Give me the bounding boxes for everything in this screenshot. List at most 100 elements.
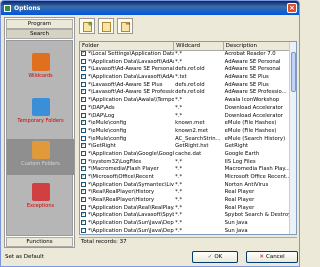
table-row[interactable]: *\Lavasoft\Ad-Aware SE Personaldefs.ref.… xyxy=(80,66,296,74)
sidebar-item-label: Exceptions xyxy=(26,203,55,209)
cell-wildcard: AC_SearchStrin... xyxy=(175,135,221,142)
table-row[interactable]: *\Application Data\Sun\Java\Dep...*.* Sun… xyxy=(80,227,296,234)
tab-search[interactable]: Search xyxy=(6,29,73,39)
row-checkbox[interactable] xyxy=(81,220,86,226)
sidebar-item-wildcards[interactable]: Wildcards xyxy=(7,51,74,87)
row-checkbox[interactable] xyxy=(81,127,86,134)
ok-label: OK xyxy=(214,254,223,260)
sidebar-item-custom-folders[interactable]: Custom Folders xyxy=(7,139,74,175)
cell-description: AdAware SE Personal xyxy=(224,66,281,73)
cell-folder: *\Lavasoft\Ad-Aware SE Professio... xyxy=(80,89,174,97)
row-checkbox[interactable] xyxy=(81,174,86,180)
table-row[interactable]: *\Local Settings\Application Data\...*.*… xyxy=(80,51,296,59)
cell-wildcard: *.* xyxy=(175,181,183,188)
tab-program[interactable]: Program xyxy=(6,19,73,29)
sidebar-item-exceptions[interactable]: Exceptions xyxy=(7,181,74,217)
cell-folder: *\Application Data\Google\Googl... xyxy=(80,150,174,159)
table-header: Folder Wildcard Description xyxy=(80,42,296,51)
table-row[interactable]: *\Application Data\Lavasoft\Spyb...*.* Sp… xyxy=(80,212,296,220)
table-row[interactable]: *\Application Data\Awala\\Tempor...*.* Aw… xyxy=(80,97,296,105)
row-checkbox[interactable] xyxy=(81,227,86,234)
wildcards-icon xyxy=(31,53,50,71)
add-folder-button[interactable]: + xyxy=(79,18,95,34)
table-row[interactable]: *\DAP\Log*.* Download Accelerator xyxy=(80,112,296,121)
table-row[interactable]: *\Macromedia\Flash Player*.* Macromedia F… xyxy=(80,166,296,174)
table-row[interactable]: *\eMule\configAC_SearchStrin...eMule (Se… xyxy=(80,135,296,144)
cell-description: GetRight xyxy=(224,143,249,150)
scrollbar-thumb[interactable] xyxy=(291,52,296,92)
table-row[interactable]: *\Real\RealPlayer\History*.* Real Player xyxy=(80,197,296,205)
table-row[interactable]: *\Application Data\Lavasoft\AdAwa...*.tx… xyxy=(80,74,296,82)
table-row[interactable]: *\Application Data\Real\RealPlay...*.* Re… xyxy=(80,204,296,213)
cell-wildcard: defs.ref.old xyxy=(175,66,205,73)
row-checkbox[interactable] xyxy=(81,181,86,188)
row-checkbox[interactable] xyxy=(81,204,86,211)
row-checkbox[interactable] xyxy=(81,81,86,88)
cell-folder: *\Application Data\Symantec\LiveU... xyxy=(80,181,174,190)
row-checkbox[interactable] xyxy=(81,143,86,149)
row-checkbox[interactable] xyxy=(81,51,86,57)
column-description[interactable]: Description xyxy=(224,42,296,50)
row-checkbox[interactable] xyxy=(81,120,86,126)
cell-description: Real Player xyxy=(224,197,255,204)
row-checkbox[interactable] xyxy=(81,189,86,196)
close-button[interactable]: × xyxy=(287,3,297,13)
table-row[interactable]: *\Lavasoft\Ad-Aware SE Professio...defs.… xyxy=(80,89,296,97)
row-checkbox[interactable] xyxy=(81,74,86,80)
row-checkbox[interactable] xyxy=(81,89,86,96)
cell-description: Download Accelerator xyxy=(224,112,283,119)
cell-folder: *\Real\RealPlayer\History xyxy=(80,189,174,197)
table-row[interactable]: *\GetRightGetRight.hst GetRight xyxy=(80,143,296,151)
table-row[interactable]: *\Application Data\Google\Googl...cache.… xyxy=(80,150,296,159)
table-row[interactable]: *\Real\RealPlayer\History*.* Real Player xyxy=(80,189,296,197)
cell-description: Acrobat Reader 7.0 xyxy=(224,51,276,57)
table-row[interactable]: *\eMule\configknown.met eMule (File Hashe… xyxy=(80,120,296,128)
cell-wildcard: GetRight.hst xyxy=(175,143,209,150)
ok-button[interactable]: ✓ OK xyxy=(192,251,238,263)
table-row[interactable]: *\system32\LogFiles*.* IIS Log Files xyxy=(80,158,296,167)
custom-folders-icon xyxy=(31,141,50,159)
cell-wildcard: *.* xyxy=(175,104,183,111)
column-folder[interactable]: Folder xyxy=(80,42,175,50)
set-as-default-button[interactable]: Set as Default xyxy=(4,251,47,263)
table-row[interactable]: *\Application Data\Symantec\LiveU...*.* N… xyxy=(80,181,296,190)
row-checkbox[interactable] xyxy=(81,58,86,65)
vertical-scrollbar[interactable] xyxy=(289,42,296,234)
edit-folder-button[interactable] xyxy=(98,18,114,34)
cell-wildcard: cache.dat xyxy=(175,150,202,157)
tab-functions[interactable]: Functions xyxy=(6,237,73,247)
row-checkbox[interactable] xyxy=(81,135,86,142)
cancel-button[interactable]: ✕ Cancel xyxy=(246,251,298,263)
cell-folder: *\Application Data\Lavasoft\Spyb... xyxy=(80,212,174,220)
cell-folder: *\Macromedia\Flash Player xyxy=(80,166,174,174)
row-checkbox[interactable] xyxy=(81,166,86,173)
table-row[interactable]: *\Lavasoft\Ad-Aware SE Plusdefs.ref.old A… xyxy=(80,81,296,90)
table-row[interactable]: *\Microsoft\Office\Recent*.* Microsoft Of… xyxy=(80,174,296,182)
cell-folder: *\eMule\config xyxy=(80,135,174,144)
cancel-icon: ✕ xyxy=(259,254,264,260)
cell-folder: *\Application Data\Real\RealPlay... xyxy=(80,204,174,213)
row-checkbox[interactable] xyxy=(81,212,86,219)
table-row[interactable]: *\Application Data\Sun\Java\Dep...*.* Sun… xyxy=(80,220,296,228)
cell-description: Sun Java xyxy=(224,227,248,234)
remove-folder-button[interactable]: − xyxy=(117,18,133,34)
row-checkbox[interactable] xyxy=(81,158,86,165)
row-checkbox[interactable] xyxy=(81,150,86,157)
column-wildcard[interactable]: Wildcard xyxy=(174,42,224,50)
cell-description: Spybot Search & Destroy xyxy=(224,212,292,219)
cell-description: AdAware SE Personal xyxy=(224,58,281,65)
row-checkbox[interactable] xyxy=(81,112,86,119)
table-row[interactable]: *\DAP\Ads*.* Download Accelerator xyxy=(80,104,296,113)
status-bar: Total records: 37 xyxy=(79,237,297,247)
table-body: *\Local Settings\Application Data\...*.*… xyxy=(80,51,296,234)
sidebar-item-temporary-folders[interactable]: Temporary Folders xyxy=(7,96,74,132)
row-checkbox[interactable] xyxy=(81,66,86,73)
cell-description: Macromedia Flash Play... xyxy=(224,166,290,173)
cell-description: Google Earth xyxy=(224,150,260,157)
table-row[interactable]: *\Application Data\Lavasoft\AdAwa...*.* A… xyxy=(80,58,296,67)
table-row[interactable]: *\eMule\configknown2.met eMule (File Hash… xyxy=(80,127,296,136)
row-checkbox[interactable] xyxy=(81,197,86,203)
cell-folder: *\Application Data\Sun\Java\Dep... xyxy=(80,227,174,234)
row-checkbox[interactable] xyxy=(81,97,86,103)
row-checkbox[interactable] xyxy=(81,104,86,111)
